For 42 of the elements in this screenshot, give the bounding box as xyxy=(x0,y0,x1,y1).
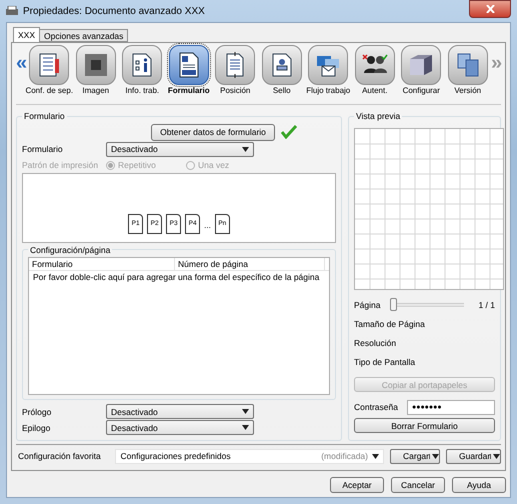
form-dropdown[interactable]: Desactivado xyxy=(106,142,254,157)
field-label: Patrón de impresión xyxy=(22,159,100,172)
column-header[interactable]: Número de página xyxy=(175,258,325,270)
password-label: Contraseña xyxy=(354,402,399,412)
info-label: Tamaño de Página xyxy=(354,318,426,331)
field-label: Epilogo xyxy=(22,422,52,434)
window-title: Propiedades: Documento avanzado XXX xyxy=(23,6,206,16)
split-button[interactable]: Guardar xyxy=(446,448,501,464)
page-label: Página xyxy=(354,300,380,310)
dialog-button[interactable]: Ayuda xyxy=(452,477,506,493)
caret-icon xyxy=(493,454,500,458)
scroll-left-arrow[interactable]: « xyxy=(16,53,26,73)
favorites-label: Configuración favorita xyxy=(18,451,102,461)
dialog-button[interactable]: Cancelar xyxy=(391,477,445,493)
fetch-form-data-button[interactable]: Obtener datos de formulario xyxy=(151,124,275,141)
caret-icon xyxy=(432,454,439,458)
caret-icon xyxy=(242,146,249,152)
table-hint[interactable]: Por favor doble-clic aquí para agregar una forma del específico de la página xyxy=(29,270,329,283)
column-header[interactable]: Formulario xyxy=(29,258,175,270)
slider-thumb[interactable] xyxy=(390,298,398,311)
ellipsis: ... xyxy=(204,220,211,230)
caret-icon xyxy=(372,454,379,458)
favorites-dropdown[interactable]: Configuraciones predefinidos (modificada) xyxy=(115,448,384,464)
caret-icon xyxy=(242,409,249,414)
dropdown[interactable]: Desactivado xyxy=(106,420,254,436)
info-label: Resolución xyxy=(354,336,398,350)
group-title: Configuración/página xyxy=(29,244,112,255)
close-button[interactable] xyxy=(469,0,511,18)
field-label: Formulario xyxy=(22,143,64,156)
info-label: Tipo de Pantalla xyxy=(354,356,416,369)
field-label: Prólogo xyxy=(22,406,52,418)
close-icon xyxy=(486,5,494,13)
tab[interactable]: Opciones avanzadas xyxy=(39,29,128,42)
group-title: Formulario xyxy=(23,111,66,121)
split-button[interactable]: Cargar xyxy=(390,448,440,464)
page-reading: 1 / 1 xyxy=(478,300,495,310)
dialog-button[interactable]: Aceptar xyxy=(330,477,384,493)
clear-form-button[interactable]: Borrar Formulario xyxy=(354,418,495,433)
tab[interactable]: XXX xyxy=(13,27,40,42)
dropdown[interactable]: Desactivado xyxy=(106,404,254,420)
caret-icon xyxy=(242,425,249,430)
group-title: Vista previa xyxy=(355,111,402,121)
